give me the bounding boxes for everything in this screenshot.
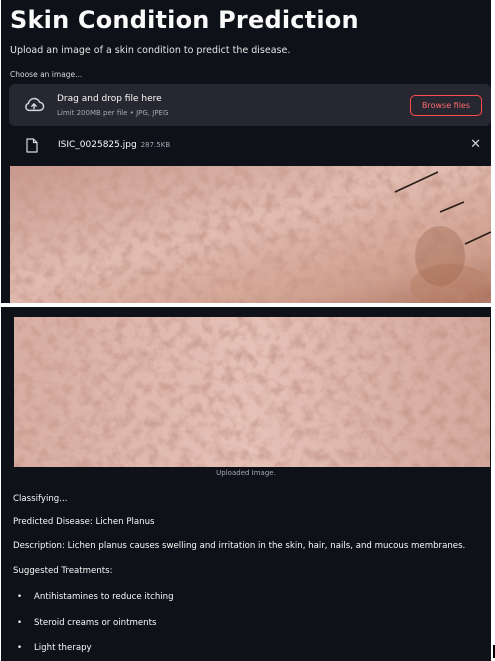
treatment-item: • Light therapy: [17, 643, 92, 653]
file-name-text: ISIC_0025825.jpg: [58, 140, 137, 150]
status-text: Classifying...: [13, 494, 68, 504]
upload-panel: Skin Condition Prediction Upload an imag…: [1, 0, 491, 303]
bullet: •: [17, 592, 23, 602]
results-panel: Uploaded Image. Classifying... Predicted…: [1, 307, 491, 661]
treatments-heading: Suggested Treatments:: [13, 566, 113, 576]
page-subtitle: Upload an image of a skin condition to p…: [10, 45, 291, 56]
image-caption: Uploaded Image.: [216, 469, 276, 477]
dropzone-limit: Limit 200MB per file • JPG, JPEG: [57, 109, 169, 117]
predicted-disease: Predicted Disease: Lichen Planus: [13, 517, 155, 527]
uploaded-image: [14, 317, 490, 467]
dropzone-instructions: Drag and drop file here: [57, 94, 162, 104]
treatment-text: Light therapy: [34, 643, 92, 653]
close-icon[interactable]: ✕: [470, 137, 481, 152]
treatment-text: Steroid creams or ointments: [34, 618, 157, 628]
uploaded-image-preview: [10, 166, 491, 303]
uploaded-file-row: ISIC_0025825.jpg 287.5KB ✕: [9, 132, 491, 160]
cloud-upload-icon: [25, 97, 45, 112]
treatment-text: Antihistamines to reduce itching: [34, 592, 174, 602]
uploaded-file-name: ISIC_0025825.jpg 287.5KB: [58, 140, 170, 150]
treatment-item: • Steroid creams or ointments: [17, 618, 156, 628]
file-dropzone[interactable]: Drag and drop file here Limit 200MB per …: [9, 84, 491, 126]
browse-files-button[interactable]: Browse files: [410, 95, 482, 116]
page-title: Skin Condition Prediction: [10, 6, 359, 34]
bullet: •: [17, 618, 23, 628]
bullet: •: [17, 643, 23, 653]
file-size: 287.5KB: [140, 141, 171, 149]
file-icon: [26, 138, 38, 153]
disease-description: Description: Lichen planus causes swelli…: [13, 541, 466, 551]
treatment-item: • Antihistamines to reduce itching: [17, 592, 174, 602]
uploader-label: Choose an image...: [10, 70, 83, 79]
